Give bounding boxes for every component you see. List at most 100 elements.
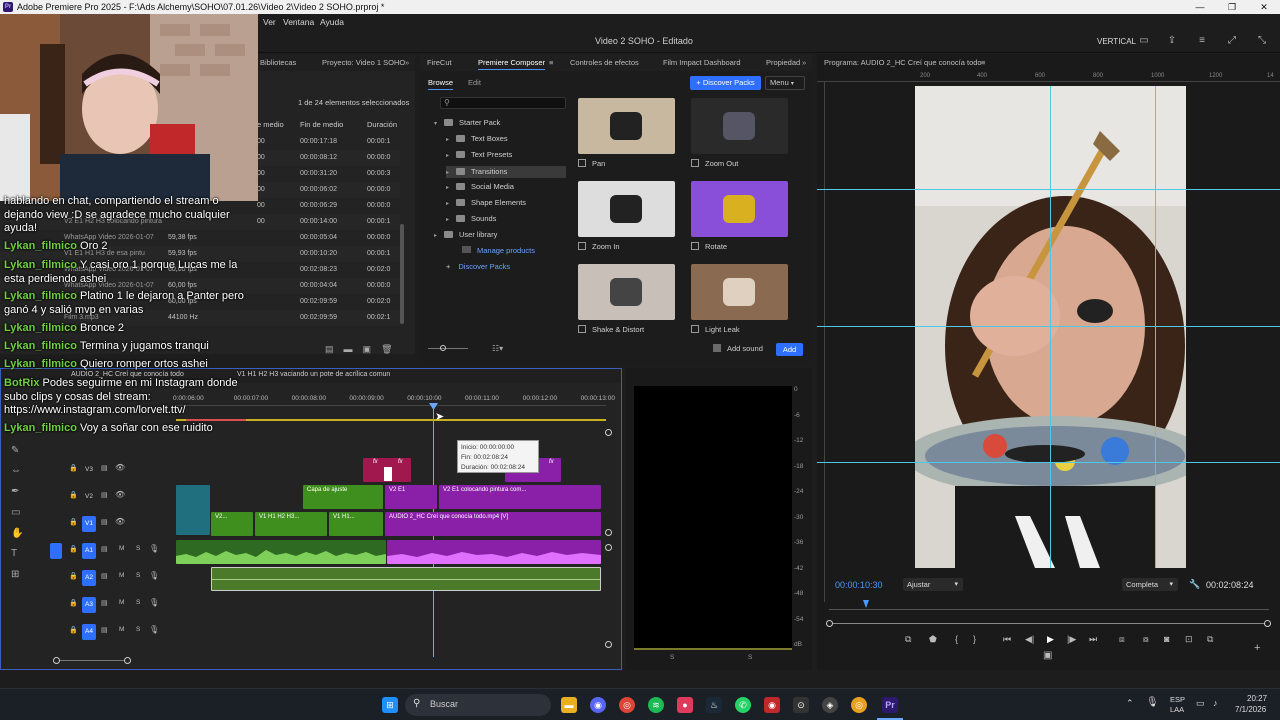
lock-icon[interactable]: 🔒 — [69, 518, 78, 526]
thumbnail-light-leak[interactable] — [691, 264, 788, 320]
chrome-icon[interactable]: ◎ — [619, 697, 635, 713]
microphone-icon[interactable]: 🎙 — [149, 544, 159, 553]
track-label[interactable]: V3 — [82, 462, 96, 478]
col-start[interactable]: e medio — [257, 120, 284, 129]
v-scroll-top[interactable] — [605, 429, 612, 436]
go-to-in-icon[interactable]: ⏮ — [1003, 634, 1011, 645]
track-label[interactable]: A3 — [82, 597, 96, 613]
track-label[interactable]: A4 — [82, 624, 96, 640]
manage-products-link[interactable]: Manage products — [462, 246, 535, 255]
zoom-slider[interactable] — [428, 345, 548, 351]
insert-icon[interactable]: ⧈ — [1119, 634, 1125, 645]
timeline-ruler[interactable]: 0:00:06:00 00:00:07:00 00:00:08:00 00:00:09… — [173, 391, 615, 409]
discover-packs-link[interactable]: + Discover Packs — [446, 262, 510, 271]
tray-chevron-icon[interactable]: ⌃ — [1126, 698, 1134, 709]
minimize-button[interactable]: — — [1184, 0, 1216, 14]
menu-ayuda[interactable]: Ayuda — [320, 17, 344, 27]
file-explorer-icon[interactable]: ▬ — [561, 697, 577, 713]
microphone-icon[interactable]: 🎙 — [149, 598, 159, 607]
razor-tool-icon[interactable]: ✎ — [11, 445, 19, 456]
clip-v1-b[interactable]: V1 H1 H2 H3... — [255, 512, 327, 536]
chrome-2-icon[interactable]: ◎ — [851, 697, 867, 713]
obs-icon[interactable]: ⊙ — [793, 697, 809, 713]
play-icon[interactable]: ▶ — [1047, 634, 1054, 645]
solo-button[interactable]: S — [136, 572, 140, 579]
list-view-icon[interactable]: ▤ — [325, 344, 334, 354]
recorder-icon[interactable]: ◉ — [764, 697, 780, 713]
add-sound-checkbox[interactable]: Add sound — [713, 344, 763, 353]
program-tab-label[interactable]: Programa: AUDIO 2_HC Creí que conocía to… — [824, 58, 982, 67]
source-patch-a1[interactable] — [50, 543, 62, 559]
a-scroll-top[interactable] — [605, 544, 612, 551]
tab-premiere-composer[interactable]: Premiere Composer — [478, 58, 546, 70]
share-icon[interactable]: ⇪ — [1166, 35, 1178, 47]
premiere-taskbar-icon[interactable]: Pr — [882, 697, 898, 713]
track-label[interactable]: V2 — [82, 489, 96, 505]
clip-v1-c[interactable]: V1 H1... — [329, 512, 383, 536]
thumbnail-rotate[interactable] — [691, 181, 788, 237]
workspace-icon[interactable]: ▭ — [1138, 35, 1150, 47]
tab-controles-efectos[interactable]: Controles de efectos — [570, 58, 639, 67]
a-scroll-bottom[interactable] — [605, 641, 612, 648]
project-scrollbar[interactable] — [400, 224, 404, 324]
thumbnail-pan[interactable] — [578, 98, 675, 154]
microphone-icon[interactable]: 🎙 — [149, 571, 159, 580]
clip-v2-teal[interactable] — [176, 485, 210, 535]
menu-ventana[interactable]: Ventana — [283, 17, 314, 27]
track-label[interactable]: A1 — [82, 543, 96, 559]
tab-propiedades[interactable]: Propiedad — [766, 58, 800, 67]
thumbnail-shake-distort[interactable] — [578, 264, 675, 320]
tab-firecut[interactable]: FireCut — [427, 58, 452, 67]
go-to-out-icon[interactable]: ⏭ — [1089, 634, 1097, 645]
tree-item-social-media[interactable]: ▸ Social Media — [446, 182, 514, 191]
thumbnail-zoom-out[interactable] — [691, 98, 788, 154]
v-scroll-bottom[interactable] — [605, 529, 612, 536]
tab-film-impact[interactable]: Film Impact Dashboard — [663, 58, 741, 67]
vr-icon[interactable]: ⊡ — [1185, 634, 1193, 645]
sync-icon[interactable]: ▤ — [101, 491, 108, 499]
composer-menu-button[interactable]: Menu ▾ — [765, 76, 805, 90]
steam-icon[interactable]: ♨ — [706, 697, 722, 713]
out-point-icon[interactable]: } — [973, 634, 976, 644]
network-icon[interactable]: ▭ — [1196, 698, 1205, 709]
fit-dropdown[interactable]: Ajustar ▾ — [903, 578, 963, 591]
quality-dropdown[interactable]: Completa ▾ — [1122, 578, 1178, 591]
windows-start-icon[interactable]: ⊞ — [382, 697, 398, 713]
tree-item-shape-elements[interactable]: ▸ Shape Elements — [446, 198, 526, 207]
program-playhead[interactable] — [863, 600, 869, 608]
eye-icon[interactable]: 👁 — [115, 517, 125, 526]
solo-button[interactable]: S — [136, 545, 140, 552]
lock-icon[interactable]: 🔒 — [69, 545, 78, 553]
sync-icon[interactable]: ▤ — [101, 599, 108, 607]
lock-icon[interactable]: 🔒 — [69, 572, 78, 580]
ripple-tool-icon[interactable]: ⇔ — [11, 465, 21, 476]
lang-label-2[interactable]: LAA — [1170, 705, 1184, 714]
taskbar-search-input[interactable]: ⚲ Buscar — [405, 694, 551, 716]
col-end[interactable]: Fin de medio — [300, 120, 343, 129]
github-icon[interactable]: ◈ — [822, 697, 838, 713]
track-label[interactable]: V1 — [82, 516, 96, 532]
track-label[interactable]: A2 — [82, 570, 96, 586]
eye-icon[interactable]: 👁 — [115, 463, 125, 472]
delete-icon[interactable]: 🗑 — [381, 344, 392, 354]
sync-icon[interactable]: ▤ — [101, 464, 108, 472]
discord-icon[interactable]: ◉ — [590, 697, 606, 713]
lift-icon[interactable]: ⧉ — [905, 634, 911, 645]
program-mini-ruler[interactable] — [829, 600, 1269, 610]
timeline-zoom-bar[interactable] — [53, 657, 131, 664]
tab-menu-icon[interactable]: ≡ — [549, 58, 553, 67]
more-tabs-icon[interactable]: » — [405, 58, 409, 67]
zoom-handle-right[interactable] — [1264, 620, 1271, 627]
camera-icon[interactable]: ◙ — [1164, 634, 1169, 644]
workspace-label[interactable]: VERTICAL — [1097, 37, 1136, 46]
new-item-icon[interactable]: ▣ — [363, 344, 372, 354]
tree-item-sounds[interactable]: ▸ Sounds — [446, 214, 496, 223]
spotify-icon[interactable]: ≋ — [648, 697, 664, 713]
mute-button[interactable]: M — [119, 626, 124, 633]
in-point-icon[interactable]: { — [955, 634, 958, 644]
rectangle-tool-icon[interactable]: ▭ — [11, 507, 20, 518]
program-timecode[interactable]: 00:00:10:30 — [835, 580, 883, 590]
comparison-icon[interactable]: ⧉ — [1207, 634, 1213, 645]
program-zoom-bar[interactable] — [826, 620, 1271, 627]
program-tab-menu-icon[interactable]: ≡ — [981, 58, 985, 67]
